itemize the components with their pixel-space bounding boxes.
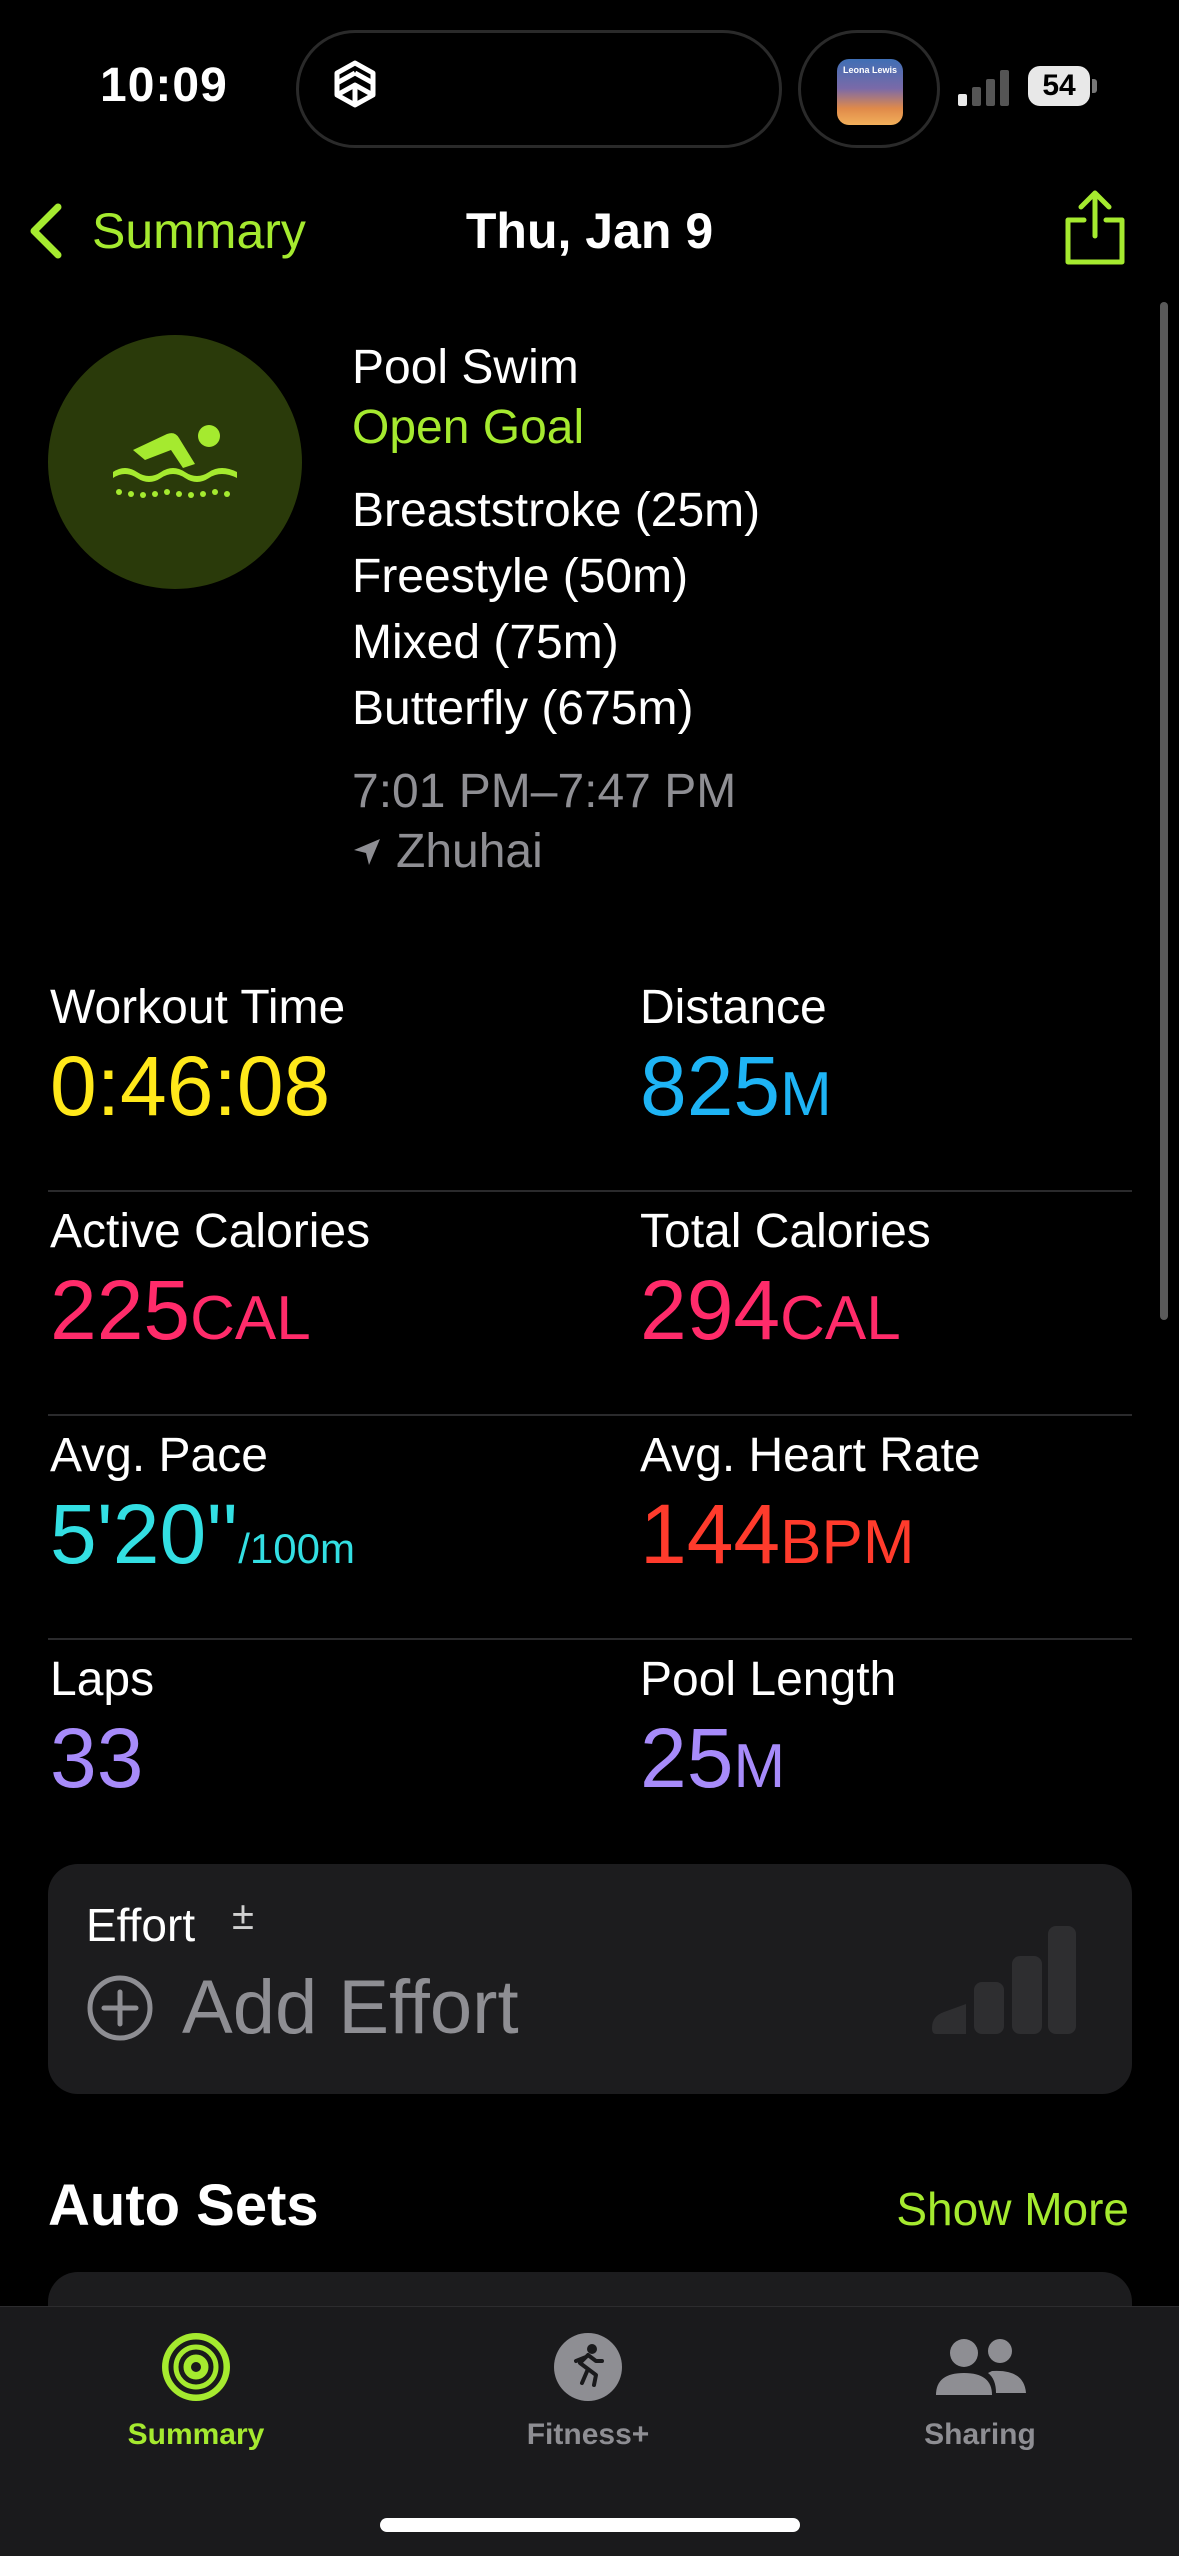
workout-info: Pool Swim Open Goal Breaststroke (25m) F… [352,338,1132,882]
battery-level: 54 [1042,69,1076,102]
metric-avg-heart-rate: Avg. Heart Rate 144BPM [640,1426,981,1591]
metrics-row: Active Calories 225CAL Total Calories 29… [48,1192,1132,1416]
workout-type-badge [48,335,302,589]
metric-unit: M [780,1060,832,1129]
metric-workout-time: Workout Time 0:46:08 [50,978,345,1134]
tab-sharing[interactable]: Sharing [850,2331,1110,2452]
show-more-button[interactable]: Show More [896,2182,1129,2236]
metric-label: Workout Time [50,981,346,1034]
stroke-item: Breaststroke (25m) [352,484,761,537]
add-effort-label: Add Effort [182,1965,519,2050]
metric-unit: CAL [780,1284,901,1353]
metric-value-wrap: 825M [640,1038,832,1143]
metric-unit: CAL [190,1284,311,1353]
add-effort-button[interactable]: Add Effort [86,1964,519,2051]
metric-value: 294 [640,1263,781,1357]
metrics-row: Workout Time 0:46:08 Distance 825M [48,968,1132,1192]
effort-label: Effort [86,1899,196,1951]
metric-label: Total Calories [640,1205,931,1258]
metric-value: 144 [640,1487,781,1581]
auto-sets-title: Auto Sets [48,2173,319,2238]
effort-card[interactable]: Effort ± Add Effort [48,1864,1132,2094]
metric-label: Laps [50,1653,155,1706]
metric-pool-length: Pool Length 25M [640,1650,896,1815]
metric-unit: BPM [780,1508,915,1577]
metrics-row: Laps 33 Pool Length 25M [48,1640,1132,1864]
stroke-item: Freestyle (50m) [352,550,689,603]
metric-active-calories: Active Calories 225CAL [50,1202,370,1367]
effort-bars-icon [932,1926,1076,2034]
tab-label: Sharing [924,2418,1036,2451]
metric-value-wrap: 294CAL [640,1262,931,1367]
chatgpt-icon [334,60,376,108]
metric-value: 225 [50,1263,191,1357]
page-title: Thu, Jan 9 [465,203,714,259]
metric-label: Avg. Pace [50,1429,268,1482]
album-art: Leona Lewis [837,59,903,125]
metric-label: Pool Length [640,1653,897,1706]
workout-time-range: 7:01 PM–7:47 PM [352,765,737,818]
metric-label: Distance [640,981,827,1034]
home-indicator[interactable] [380,2518,800,2532]
nav-bar: Summary Thu, Jan 9 [0,180,1179,280]
scrollbar[interactable] [1160,302,1168,1320]
metric-label: Active Calories [50,1205,371,1258]
metric-value: 825 [640,1039,781,1133]
workout-goal: Open Goal [352,401,585,454]
metric-label: Avg. Heart Rate [640,1429,981,1482]
sharing-people-icon [936,2339,1026,2395]
metric-laps: Laps 33 [50,1650,154,1806]
workout-title: Pool Swim [352,341,579,394]
metric-value: 25 [640,1711,734,1805]
cellular-signal-icon [958,70,1014,106]
metric-value-wrap: 144BPM [640,1486,981,1591]
workout-location: Zhuhai [352,822,1132,882]
location-label: Zhuhai [396,825,543,878]
metric-value: 33 [50,1711,144,1805]
metric-value-wrap: 225CAL [50,1262,370,1367]
fitness-plus-icon [554,2333,622,2401]
now-playing-pill[interactable]: Leona Lewis [798,30,940,148]
tab-label: Summary [127,2418,265,2451]
status-bar: 10:09 Leona Lewis 54 [0,0,1179,160]
metric-total-calories: Total Calories 294CAL [640,1202,931,1367]
stroke-item: Mixed (75m) [352,616,619,669]
tab-label: Fitness+ [526,2418,650,2451]
metric-value: 5'20'' [50,1487,239,1581]
status-time: 10:09 [100,59,228,112]
activity-rings-icon [162,2333,230,2401]
metric-avg-pace: Avg. Pace 5'20''/100m [50,1426,355,1597]
metric-distance: Distance 825M [640,978,832,1143]
metric-value: 0:46:08 [50,1039,331,1133]
effort-plus-minus: ± [232,1894,254,1938]
metric-value-wrap: 5'20''/100m [50,1486,355,1597]
metric-value-wrap: 25M [640,1710,896,1815]
metrics-grid: Workout Time 0:46:08 Distance 825M Activ… [48,968,1132,1864]
location-arrow-icon [354,839,380,865]
stroke-item: Butterfly (675m) [352,682,694,735]
stroke-list: Breaststroke (25m) Freestyle (50m) Mixed… [352,478,1132,742]
metrics-row: Avg. Pace 5'20''/100m Avg. Heart Rate 14… [48,1416,1132,1640]
share-icon[interactable] [1060,188,1130,268]
dynamic-island[interactable] [296,30,782,148]
tab-summary[interactable]: Summary [66,2331,326,2452]
plus-circle-icon [87,1975,153,2040]
battery-icon: 54 [1028,66,1098,106]
metric-unit: /100m [238,1525,355,1572]
tab-fitness-plus[interactable]: Fitness+ [458,2331,718,2452]
metric-unit: M [733,1732,786,1801]
swimming-icon [113,425,237,498]
